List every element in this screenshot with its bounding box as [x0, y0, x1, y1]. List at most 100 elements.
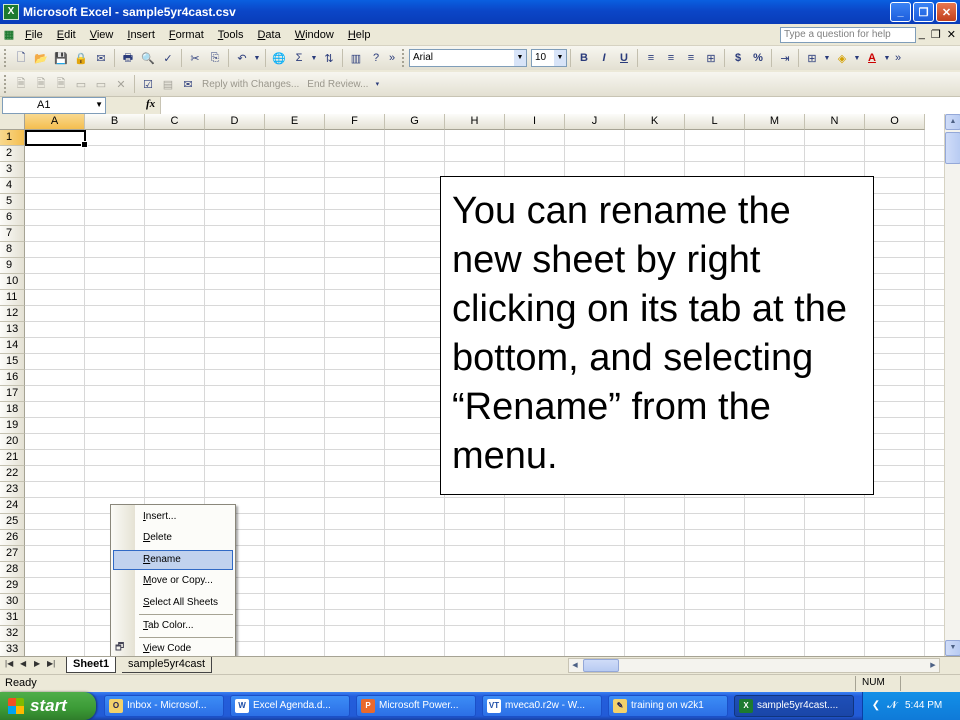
- menu-item-rename[interactable]: Rename: [113, 550, 233, 570]
- row-header-4[interactable]: 4: [0, 178, 25, 194]
- chevron-down-icon[interactable]: ▼: [95, 100, 103, 109]
- menu-tools[interactable]: Tools: [211, 29, 251, 41]
- copy-icon[interactable]: ⎘: [205, 48, 225, 68]
- menu-help[interactable]: Help: [341, 29, 378, 41]
- row-header-3[interactable]: 3: [0, 162, 25, 178]
- next-sheet-icon[interactable]: ▶: [34, 659, 40, 668]
- row-header-15[interactable]: 15: [0, 354, 25, 370]
- restore-button[interactable]: ❐: [913, 2, 934, 22]
- toolbar-grip[interactable]: [4, 49, 7, 67]
- scroll-left-icon[interactable]: ◀: [569, 659, 581, 672]
- tray-arrow-icon[interactable]: ❮: [869, 699, 883, 713]
- print-preview-icon[interactable]: 🔍: [138, 48, 158, 68]
- row-header-26[interactable]: 26: [0, 530, 25, 546]
- close-button[interactable]: ✕: [936, 2, 957, 22]
- previous-comment-icon[interactable]: 🗎: [31, 74, 51, 94]
- sort-ascending-icon[interactable]: ⇅: [319, 48, 339, 68]
- font-color-dropdown-icon[interactable]: ▼: [882, 48, 892, 68]
- column-header-i[interactable]: I: [505, 114, 565, 130]
- reply-with-changes-button[interactable]: Reply with Changes...: [198, 79, 303, 90]
- doc-restore-icon[interactable]: ❐: [931, 28, 941, 41]
- email-icon[interactable]: ✉: [91, 48, 111, 68]
- send-to-recipient-icon[interactable]: ✉: [178, 74, 198, 94]
- row-header-5[interactable]: 5: [0, 194, 25, 210]
- row-header-12[interactable]: 12: [0, 306, 25, 322]
- chevron-down-icon[interactable]: ▼: [514, 50, 526, 66]
- menu-item-insert[interactable]: Insert...: [113, 507, 233, 527]
- font-name-select[interactable]: Arial ▼: [409, 49, 527, 67]
- column-header-b[interactable]: B: [85, 114, 145, 130]
- menu-format[interactable]: Format: [162, 29, 211, 41]
- doc-minimize-icon[interactable]: _: [919, 28, 925, 41]
- toolbar-options-icon[interactable]: »: [892, 48, 904, 68]
- insert-function-icon[interactable]: fx: [146, 98, 155, 110]
- borders-dropdown-icon[interactable]: ▼: [822, 48, 832, 68]
- menu-edit[interactable]: Edit: [50, 29, 83, 41]
- cut-icon[interactable]: ✂: [185, 48, 205, 68]
- menu-data[interactable]: Data: [250, 29, 287, 41]
- increase-indent-icon[interactable]: ⇥: [775, 48, 795, 68]
- underline-button[interactable]: U: [614, 48, 634, 68]
- toolbar-options-icon[interactable]: ▾: [372, 74, 382, 94]
- show-all-comments-icon[interactable]: ▭: [91, 74, 111, 94]
- column-header-k[interactable]: K: [625, 114, 685, 130]
- row-header-33[interactable]: 33: [0, 642, 25, 656]
- align-left-icon[interactable]: ≡: [641, 48, 661, 68]
- open-folder-icon[interactable]: 📂: [31, 48, 51, 68]
- column-header-h[interactable]: H: [445, 114, 505, 130]
- undo-dropdown-icon[interactable]: ▼: [252, 48, 262, 68]
- scroll-right-icon[interactable]: ▶: [927, 659, 939, 672]
- task-outlook-inbox[interactable]: O Inbox - Microsof...: [104, 695, 224, 717]
- next-comment-icon[interactable]: 🗎: [51, 74, 71, 94]
- row-header-22[interactable]: 22: [0, 466, 25, 482]
- show-comment-icon[interactable]: ▭: [71, 74, 91, 94]
- menu-file[interactable]: File: [18, 29, 50, 41]
- borders-icon[interactable]: ⊞: [802, 48, 822, 68]
- bold-button[interactable]: B: [574, 48, 594, 68]
- save-icon[interactable]: 💾: [51, 48, 71, 68]
- chart-wizard-icon[interactable]: ▥: [346, 48, 366, 68]
- last-sheet-icon[interactable]: ▶|: [47, 659, 55, 668]
- autosum-dropdown-icon[interactable]: ▼: [309, 48, 319, 68]
- permission-icon[interactable]: 🔒: [71, 48, 91, 68]
- row-header-28[interactable]: 28: [0, 562, 25, 578]
- task-powerpoint[interactable]: P Microsoft Power...: [356, 695, 476, 717]
- column-header-j[interactable]: J: [565, 114, 625, 130]
- row-header-9[interactable]: 9: [0, 258, 25, 274]
- menu-window[interactable]: Window: [288, 29, 341, 41]
- tab-sample5yr4cast[interactable]: sample5yr4cast: [122, 657, 213, 673]
- row-header-13[interactable]: 13: [0, 322, 25, 338]
- prev-sheet-icon[interactable]: ◀: [20, 659, 26, 668]
- row-header-19[interactable]: 19: [0, 418, 25, 434]
- merge-center-icon[interactable]: ⊞: [701, 48, 721, 68]
- row-header-1[interactable]: 1: [0, 130, 25, 146]
- new-document-icon[interactable]: 🗋: [11, 48, 31, 68]
- workbook-icon[interactable]: ▦: [0, 25, 18, 45]
- row-header-23[interactable]: 23: [0, 482, 25, 498]
- toolbar-options-icon[interactable]: »: [386, 48, 398, 68]
- create-task-icon[interactable]: ☑: [138, 74, 158, 94]
- row-header-10[interactable]: 10: [0, 274, 25, 290]
- start-button[interactable]: start: [0, 692, 96, 720]
- column-header-g[interactable]: G: [385, 114, 445, 130]
- italic-button[interactable]: I: [594, 48, 614, 68]
- column-header-c[interactable]: C: [145, 114, 205, 130]
- excel-app-icon[interactable]: X: [3, 4, 19, 20]
- print-icon[interactable]: 🖶: [118, 48, 138, 68]
- column-header-m[interactable]: M: [745, 114, 805, 130]
- column-header-l[interactable]: L: [685, 114, 745, 130]
- tray-app-icon[interactable]: 𝓝: [885, 699, 899, 713]
- row-header-18[interactable]: 18: [0, 402, 25, 418]
- row-header-2[interactable]: 2: [0, 146, 25, 162]
- menu-item-delete[interactable]: Delete: [113, 528, 233, 548]
- column-header-n[interactable]: N: [805, 114, 865, 130]
- first-sheet-icon[interactable]: |◀: [5, 659, 13, 668]
- font-size-select[interactable]: 10 ▼: [531, 49, 567, 67]
- scroll-up-icon[interactable]: ▲: [945, 114, 960, 130]
- formula-input[interactable]: [160, 97, 960, 114]
- font-color-icon[interactable]: A: [862, 48, 882, 68]
- end-review-button[interactable]: End Review...: [303, 79, 372, 90]
- row-header-6[interactable]: 6: [0, 210, 25, 226]
- row-header-11[interactable]: 11: [0, 290, 25, 306]
- column-header-a[interactable]: A: [25, 114, 85, 130]
